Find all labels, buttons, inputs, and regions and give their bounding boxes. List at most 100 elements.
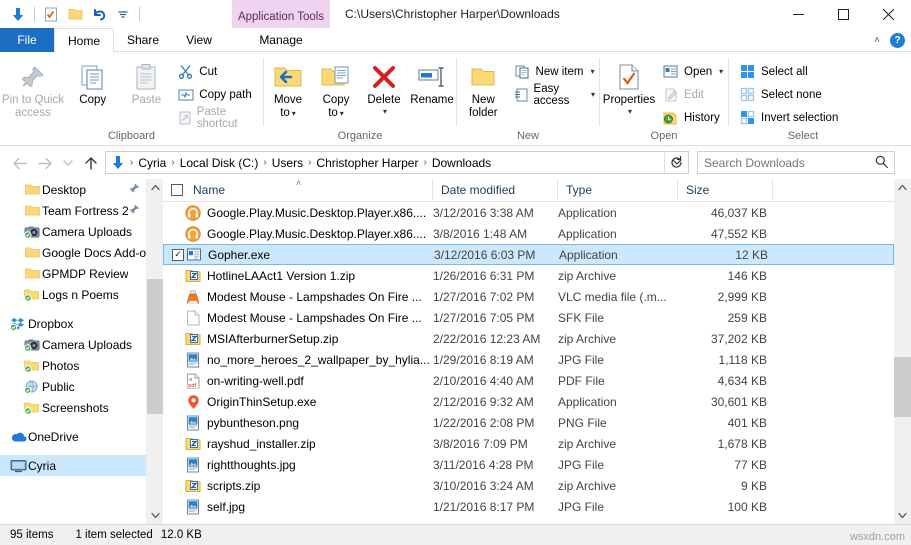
tab-home[interactable]: Home <box>54 28 114 53</box>
delete-caret-icon[interactable]: ▾ <box>383 107 387 116</box>
properties-button[interactable]: Properties ▾ <box>600 58 658 116</box>
column-header-date[interactable]: Date modified <box>433 178 558 202</box>
table-row[interactable]: self.jpg 1/21/2016 8:17 PM JPG File 100 KB <box>163 496 894 517</box>
table-row[interactable]: pybuntheson.png 1/22/2016 2:08 PM PNG File… <box>163 412 894 433</box>
table-row[interactable]: OriginThinSetup.exe 2/12/2016 9:32 AM Appl… <box>163 391 894 412</box>
nav-item-cyria[interactable]: Cyria <box>0 455 146 476</box>
close-button[interactable] <box>866 0 911 28</box>
column-header-type[interactable]: Type <box>558 178 678 202</box>
search-icon[interactable] <box>875 155 888 171</box>
tab-file[interactable]: File <box>0 28 54 52</box>
breadcrumb-item-1[interactable]: Local Disk (C:) <box>177 156 262 170</box>
row-checkbox-cell[interactable]: ✓ <box>164 248 186 261</box>
breadcrumb-item-2[interactable]: Users <box>269 156 306 170</box>
properties-icon[interactable] <box>41 4 61 24</box>
navigation-pane[interactable]: Desktop Team Fortress 2 Camera Uploads Goog… <box>0 179 146 524</box>
search-input[interactable]: Search Downloads <box>704 156 805 170</box>
collapse-ribbon-icon[interactable]: ˄ <box>874 35 880 46</box>
customize-quick-access-icon[interactable] <box>113 4 133 24</box>
tab-manage[interactable]: Manage <box>232 28 330 52</box>
history-button[interactable]: History <box>658 107 727 128</box>
properties-caret-icon[interactable]: ▾ <box>628 107 632 116</box>
table-row[interactable]: MSIAfterburnerSetup.zip 2/22/2016 12:23 A… <box>163 328 894 349</box>
copy-path-button[interactable]: Copy path <box>173 84 263 105</box>
nav-item-gpmdp-review[interactable]: GPMDP Review <box>0 263 146 284</box>
nav-item-team-fortress-2[interactable]: Team Fortress 2 <box>0 200 146 221</box>
new-item-button[interactable]: New item ▾ <box>510 61 599 82</box>
breadcrumb-item-3[interactable]: Christopher Harper <box>313 156 421 170</box>
new-folder-button[interactable]: New folder <box>457 58 510 120</box>
edit-button[interactable]: Edit <box>658 84 727 105</box>
nav-item-logs-n-poems[interactable]: Logs n Poems <box>0 284 146 305</box>
delete-button[interactable]: Delete ▾ <box>360 58 408 116</box>
row-checkbox[interactable]: ✓ <box>172 248 184 261</box>
file-scroll-down-icon[interactable] <box>894 507 911 524</box>
file-scroll-up-icon[interactable] <box>894 179 911 196</box>
up-button[interactable] <box>80 152 102 174</box>
new-item-caret-icon[interactable]: ▾ <box>590 67 594 76</box>
select-all-button[interactable]: Select all <box>735 61 842 82</box>
nav-item-desktop[interactable]: Desktop <box>0 179 146 200</box>
paste-button[interactable]: Paste <box>120 58 174 107</box>
nav-item-screenshots[interactable]: Screenshots <box>0 397 146 418</box>
table-row[interactable]: Modest Mouse - Lampshades On Fire ... 1/2… <box>163 286 894 307</box>
table-row[interactable]: Modest Mouse - Lampshades On Fire ... 1/2… <box>163 307 894 328</box>
undo-icon[interactable] <box>89 4 109 24</box>
file-list-scrollbar[interactable] <box>894 179 911 524</box>
tab-view[interactable]: View <box>172 28 226 52</box>
nav-item-photos[interactable]: Photos <box>0 355 146 376</box>
nav-item-camera-uploads[interactable]: Camera Uploads <box>0 334 146 355</box>
nav-item-onedrive[interactable]: OneDrive <box>0 426 146 447</box>
back-button[interactable] <box>8 152 30 174</box>
nav-scroll-up-icon[interactable] <box>147 179 163 196</box>
table-row[interactable]: scripts.zip 3/10/2016 3:24 AM zip Archive 9… <box>163 475 894 496</box>
table-row[interactable]: Google.Play.Music.Desktop.Player.x86....… <box>163 202 894 223</box>
pin-icon[interactable] <box>129 183 140 197</box>
select-all-checkbox-header[interactable] <box>163 179 185 202</box>
refresh-button[interactable] <box>664 151 688 174</box>
search-box[interactable]: Search Downloads <box>697 151 895 174</box>
easy-access-button[interactable]: Easy access ▾ <box>510 83 599 107</box>
breadcrumb-bar[interactable]: › Cyria › Local Disk (C:) › Users › Chri… <box>105 151 689 174</box>
rename-button[interactable]: Rename <box>408 58 456 107</box>
column-header-name[interactable]: Name <box>185 178 433 202</box>
paste-shortcut-button[interactable]: Paste shortcut <box>173 106 263 130</box>
easy-access-caret-icon[interactable]: ▾ <box>591 90 595 99</box>
nav-item-public[interactable]: Public <box>0 376 146 397</box>
down-arrow-icon[interactable] <box>8 4 28 24</box>
table-row[interactable]: Google.Play.Music.Desktop.Player.x86....… <box>163 223 894 244</box>
nav-scroll-thumb[interactable] <box>147 279 164 414</box>
invert-selection-button[interactable]: Invert selection <box>735 107 842 128</box>
maximize-button[interactable] <box>821 0 866 28</box>
breadcrumb-item-0[interactable]: Cyria <box>135 156 169 170</box>
move-to-button[interactable]: Move to ▾ <box>264 58 312 120</box>
pin-icon[interactable] <box>129 204 140 218</box>
pin-to-quick-access-button[interactable]: Pin to Quick access <box>0 58 66 120</box>
help-icon[interactable]: ? <box>890 32 905 48</box>
header-checkbox[interactable] <box>171 184 183 196</box>
copy-button[interactable]: Copy <box>66 58 120 107</box>
table-row[interactable]: HotlineLAAct1 Version 1.zip 1/26/2016 6:3… <box>163 265 894 286</box>
copy-to-button[interactable]: Copy to ▾ <box>312 58 360 120</box>
nav-scroll-down-icon[interactable] <box>147 507 164 524</box>
breadcrumb-item-4[interactable]: Downloads <box>429 156 494 170</box>
cut-button[interactable]: Cut <box>173 61 263 82</box>
open-button[interactable]: Open ▾ <box>658 61 727 82</box>
table-row[interactable]: rayshud_installer.zip 3/8/2016 7:09 PM zip… <box>163 433 894 454</box>
table-row[interactable]: no_more_heroes_2_wallpaper_by_hylia... 1/… <box>163 349 894 370</box>
nav-item-dropbox[interactable]: Dropbox <box>0 313 146 334</box>
column-header-size[interactable]: Size <box>678 178 773 202</box>
tab-share[interactable]: Share <box>114 28 172 52</box>
nav-item-google-docs-add-ons[interactable]: Google Docs Add-ons <box>0 242 146 263</box>
forward-button[interactable] <box>34 152 56 174</box>
select-none-button[interactable]: Select none <box>735 84 842 105</box>
recent-locations-button[interactable] <box>60 152 76 174</box>
table-row[interactable]: ✓ Gopher.exe 3/12/2016 6:03 PM Application 1… <box>163 244 894 265</box>
table-row[interactable]: pdf e on-writing-well.pdf 2/10/2016 4:40 AM… <box>163 370 894 391</box>
open-caret-icon[interactable]: ▾ <box>719 67 723 76</box>
table-row[interactable]: rightthoughts.jpg 3/11/2016 4:28 PM JPG Fi… <box>163 454 894 475</box>
navigation-scrollbar[interactable] <box>146 179 164 524</box>
nav-item-camera-uploads[interactable]: Camera Uploads <box>0 221 146 242</box>
file-scroll-thumb[interactable] <box>894 357 911 417</box>
new-folder-icon[interactable] <box>65 4 85 24</box>
